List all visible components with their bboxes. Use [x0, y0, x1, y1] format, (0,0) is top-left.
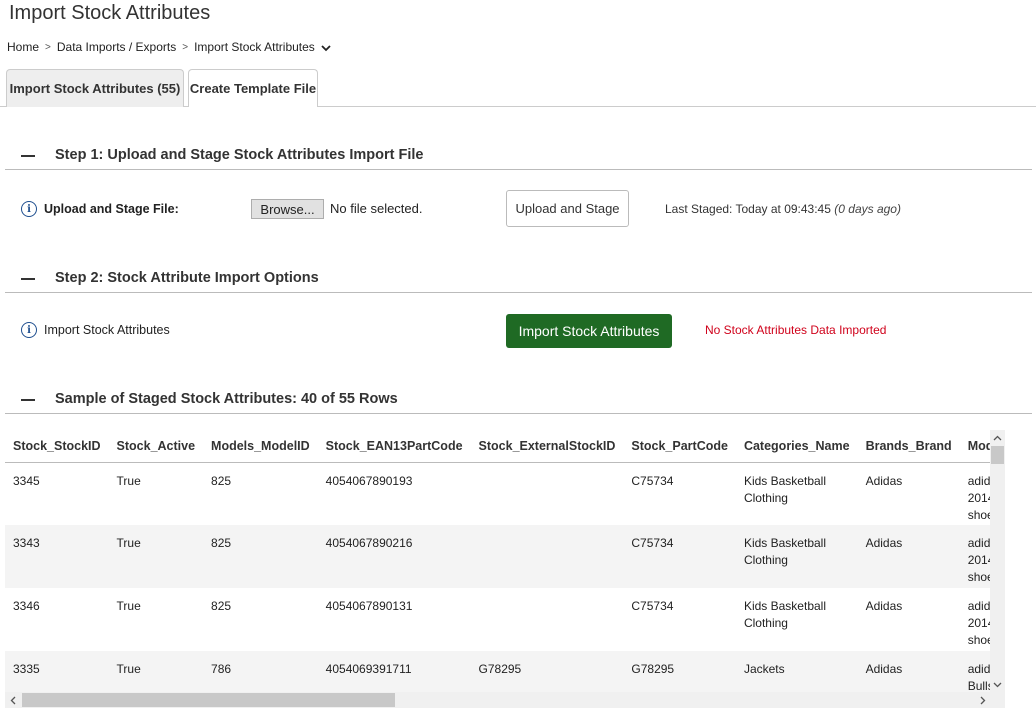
import-status: No Stock Attributes Data Imported	[705, 323, 887, 337]
table-row: 3345 True 825 4054067890193 C75734 Kids …	[5, 462, 1005, 525]
breadcrumb-separator: >	[45, 41, 51, 53]
column-header: Stock_StockID	[5, 430, 109, 463]
step2-header: Step 2: Stock Attribute Import Options	[5, 269, 1032, 293]
table-cell: 3345	[13, 473, 40, 488]
table-cell: 4054067890216	[317, 525, 471, 588]
staged-attributes-table: Stock_StockID Stock_Active Models_ModelI…	[5, 430, 1005, 708]
upload-and-stage-button[interactable]: Upload and Stage	[506, 190, 629, 227]
column-header: Stock_Active	[108, 430, 204, 463]
browse-button[interactable]: Browse...	[251, 199, 324, 219]
scrollbar-corner	[990, 692, 1005, 708]
table-cell: 4054067890131	[325, 599, 413, 613]
scroll-right-icon[interactable]	[975, 692, 990, 708]
collapse-icon[interactable]	[21, 278, 35, 280]
sample-header: Sample of Staged Stock Attributes: 40 of…	[5, 390, 1032, 414]
table-cell: True	[108, 525, 204, 588]
table-row: 3343 True 825 4054067890216 C75734 Kids …	[5, 525, 1005, 588]
table-cell: C75734	[631, 599, 674, 613]
tab-bar: Import Stock Attributes (55) Create Temp…	[0, 69, 1036, 107]
table-cell: Kids Basketball Clothing	[735, 525, 858, 588]
table-cell: True	[116, 599, 141, 613]
scroll-down-icon[interactable]	[990, 677, 1005, 692]
vertical-scroll-thumb[interactable]	[991, 446, 1004, 464]
table-cell: Adidas	[865, 473, 903, 488]
table-cell: Kids Basketball Clothing	[743, 473, 826, 505]
last-staged-ago: (0 days ago)	[834, 202, 901, 216]
breadcrumb-current: Import Stock Attributes	[194, 40, 315, 54]
page-title: Import Stock Attributes	[9, 2, 211, 24]
table-header-row: Stock_StockID Stock_Active Models_ModelI…	[5, 430, 1005, 463]
step2-title: Step 2: Stock Attribute Import Options	[55, 270, 319, 286]
upload-stage-field-label: i Upload and Stage File:	[21, 201, 179, 217]
horizontal-scroll-thumb[interactable]	[22, 693, 395, 707]
table-cell: True	[116, 473, 141, 488]
table-cell: 3343	[5, 525, 109, 588]
step1-title: Step 1: Upload and Stage Stock Attribute…	[55, 147, 424, 163]
table-cell	[471, 462, 624, 525]
table-cell: 3346	[13, 599, 40, 613]
horizontal-scrollbar[interactable]	[5, 692, 990, 708]
staged-attributes-table-container: Stock_StockID Stock_Active Models_ModelI…	[5, 430, 1005, 708]
breadcrumb-data-imports-exports[interactable]: Data Imports / Exports	[57, 40, 176, 54]
column-header: Stock_EAN13PartCode	[317, 430, 471, 463]
table-cell: 4054067890193	[325, 473, 413, 488]
import-stock-attributes-label: i Import Stock Attributes	[21, 322, 170, 338]
import-stock-attributes-button[interactable]: Import Stock Attributes	[506, 314, 672, 348]
table-cell	[470, 525, 624, 588]
vertical-scrollbar[interactable]	[990, 430, 1005, 692]
collapse-icon[interactable]	[21, 399, 35, 401]
sample-title: Sample of Staged Stock Attributes: 40 of…	[55, 391, 398, 407]
table-cell: C75734	[623, 525, 736, 588]
column-header: Categories_Name	[735, 430, 858, 463]
column-header: Models_ModelID	[203, 430, 318, 463]
tab-import-stock-attributes[interactable]: Import Stock Attributes (55)	[6, 69, 184, 107]
collapse-icon[interactable]	[21, 155, 35, 157]
info-icon[interactable]: i	[21, 322, 37, 338]
file-status: No file selected.	[330, 201, 423, 216]
breadcrumb-home[interactable]: Home	[7, 40, 39, 54]
breadcrumb-separator: >	[182, 41, 189, 53]
table-row: 3346 True 825 4054067890131 C75734 Kids …	[5, 588, 1005, 651]
column-header: Brands_Brand	[857, 430, 960, 463]
table-cell: Adidas	[865, 599, 903, 613]
table-cell: Kids Basketball Clothing	[743, 599, 826, 630]
column-header: Stock_PartCode	[623, 430, 736, 463]
breadcrumb: Home > Data Imports / Exports > Import S…	[7, 40, 331, 54]
chevron-down-icon[interactable]	[321, 42, 331, 52]
last-staged-text: Last Staged: Today at 09:43:45 (0 days a…	[665, 202, 901, 216]
table-cell: 825	[203, 525, 318, 588]
step1-header: Step 1: Upload and Stage Stock Attribute…	[5, 146, 1032, 170]
info-icon[interactable]: i	[21, 201, 37, 217]
tab-create-template-file[interactable]: Create Template File	[188, 69, 318, 107]
table-cell: C75734	[631, 473, 674, 488]
table-cell: 825	[211, 599, 232, 613]
column-header: Stock_ExternalStockID	[470, 430, 624, 463]
table-cell: 825	[211, 473, 232, 488]
table-cell	[471, 588, 624, 651]
table-cell: Adidas	[857, 525, 960, 588]
scroll-left-icon[interactable]	[5, 692, 20, 708]
scroll-up-icon[interactable]	[990, 430, 1005, 445]
